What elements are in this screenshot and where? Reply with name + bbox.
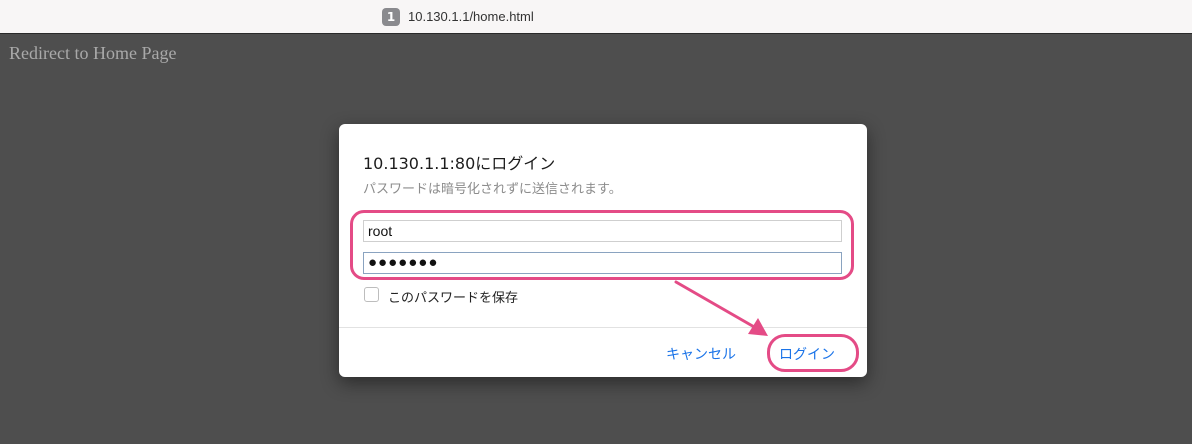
redirect-text: Redirect to Home Page xyxy=(9,43,177,63)
browser-address-bar: 1 10.130.1.1/home.html xyxy=(0,0,1192,34)
login-dialog: 10.130.1.1:80にログイン パスワードは暗号化されずに送信されます。 … xyxy=(339,124,867,377)
dialog-subtitle: パスワードは暗号化されずに送信されます。 xyxy=(363,182,622,197)
cancel-button[interactable]: キャンセル xyxy=(666,344,736,364)
url-text[interactable]: 10.130.1.1/home.html xyxy=(408,9,534,24)
save-password-label[interactable]: このパスワードを保存 xyxy=(388,287,518,306)
dialog-title: 10.130.1.1:80にログイン xyxy=(363,154,556,173)
save-password-checkbox[interactable] xyxy=(364,287,379,302)
credentials-highlight xyxy=(350,210,854,280)
tab-number-badge[interactable]: 1 xyxy=(382,8,400,26)
dialog-divider xyxy=(339,327,867,328)
login-button-highlight xyxy=(767,334,859,372)
